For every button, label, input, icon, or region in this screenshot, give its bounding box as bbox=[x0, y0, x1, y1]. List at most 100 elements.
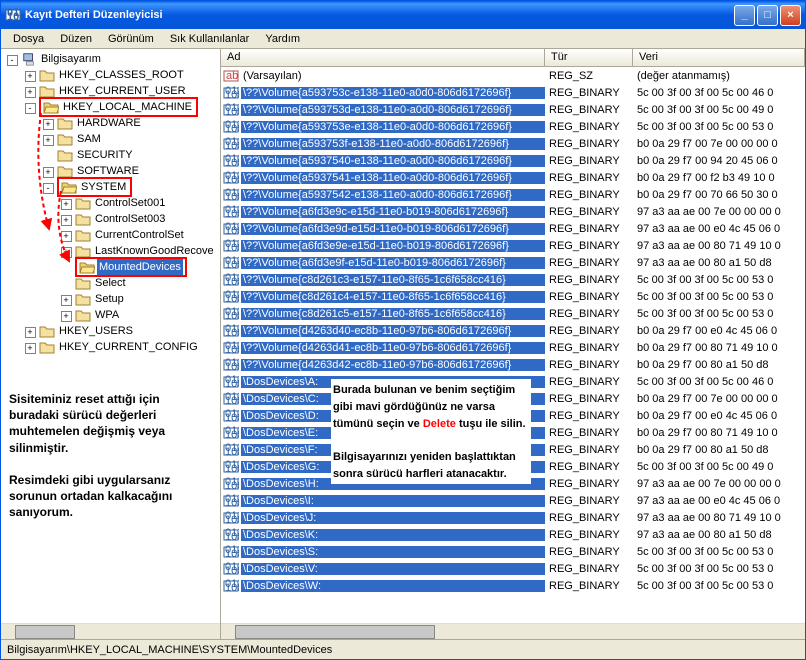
tree-node[interactable]: Select bbox=[3, 275, 220, 291]
close-button[interactable]: × bbox=[780, 5, 801, 26]
minimize-button[interactable]: _ bbox=[734, 5, 755, 26]
expand-toggle[interactable]: - bbox=[43, 183, 54, 194]
tree-node[interactable]: - SYSTEM bbox=[3, 179, 220, 195]
tree-node[interactable]: + CurrentControlSet bbox=[3, 227, 220, 243]
tree-label[interactable]: HKEY_USERS bbox=[57, 323, 135, 339]
tree-node[interactable]: + SAM bbox=[3, 131, 220, 147]
expand-toggle[interactable]: + bbox=[25, 327, 36, 338]
expand-toggle[interactable]: - bbox=[7, 55, 18, 66]
menu-edit[interactable]: Düzen bbox=[52, 31, 100, 47]
list-row[interactable]: \??\Volume{a593753d-e138-11e0-a0d0-806d6… bbox=[221, 101, 805, 118]
tree-node[interactable]: + WPA bbox=[3, 307, 220, 323]
expand-toggle[interactable]: + bbox=[25, 87, 36, 98]
list-row[interactable]: \??\Volume{a593753c-e138-11e0-a0d0-806d6… bbox=[221, 84, 805, 101]
tree-node[interactable]: + HARDWARE bbox=[3, 115, 220, 131]
list-row[interactable]: \??\Volume{a593753e-e138-11e0-a0d0-806d6… bbox=[221, 118, 805, 135]
value-data: b0 0a 29 f7 00 70 66 50 30 0 bbox=[633, 189, 805, 201]
tree-node[interactable]: + ControlSet001 bbox=[3, 195, 220, 211]
expand-toggle[interactable]: - bbox=[25, 103, 36, 114]
tree-node[interactable]: + Setup bbox=[3, 291, 220, 307]
list-row[interactable]: \??\Volume{d4263d42-ec8b-11e0-97b6-806d6… bbox=[221, 356, 805, 373]
expand-toggle[interactable]: + bbox=[25, 71, 36, 82]
expand-toggle[interactable]: + bbox=[25, 343, 36, 354]
list-row[interactable]: \??\Volume{a593753f-e138-11e0-a0d0-806d6… bbox=[221, 135, 805, 152]
expand-toggle[interactable]: + bbox=[43, 135, 54, 146]
list-scrollbar-h[interactable] bbox=[221, 623, 805, 639]
regedit-window: Kayıt Defteri Düzenleyicisi _ □ × Dosya … bbox=[0, 0, 806, 660]
tree-node[interactable]: - Bilgisayarım bbox=[3, 51, 220, 67]
tree-node[interactable]: + HKEY_CURRENT_CONFIG bbox=[3, 339, 220, 355]
list-row[interactable]: \DosDevices\W:REG_BINARY5c 00 3f 00 3f 0… bbox=[221, 577, 805, 594]
tree-label[interactable]: Setup bbox=[93, 291, 126, 307]
list-row[interactable]: \??\Volume{a5937542-e138-11e0-a0d0-806d6… bbox=[221, 186, 805, 203]
list-row[interactable]: \??\Volume{a5937540-e138-11e0-a0d0-806d6… bbox=[221, 152, 805, 169]
value-name: \??\Volume{d4263d40-ec8b-11e0-97b6-806d6… bbox=[241, 325, 545, 337]
list-row[interactable]: \??\Volume{c8d261c4-e157-11e0-8f65-1c6f6… bbox=[221, 288, 805, 305]
list-row[interactable]: \??\Volume{a6fd3e9c-e15d-11e0-b019-806d6… bbox=[221, 203, 805, 220]
list-row[interactable]: \DosDevices\K:REG_BINARY97 a3 aa ae 00 8… bbox=[221, 526, 805, 543]
list-row[interactable]: \DosDevices\J:REG_BINARY97 a3 aa ae 00 8… bbox=[221, 509, 805, 526]
tree-label[interactable]: MountedDevices bbox=[97, 259, 183, 275]
tree-label[interactable]: ControlSet001 bbox=[93, 195, 167, 211]
list-row[interactable]: \??\Volume{c8d261c3-e157-11e0-8f65-1c6f6… bbox=[221, 271, 805, 288]
tree-label[interactable]: HKEY_LOCAL_MACHINE bbox=[61, 99, 194, 115]
binary-icon bbox=[223, 323, 239, 339]
tree-node[interactable]: + ControlSet003 bbox=[3, 211, 220, 227]
menu-view[interactable]: Görünüm bbox=[100, 31, 162, 47]
list-row[interactable]: \??\Volume{d4263d40-ec8b-11e0-97b6-806d6… bbox=[221, 322, 805, 339]
list-row[interactable]: \DosDevices\S:REG_BINARY5c 00 3f 00 3f 0… bbox=[221, 543, 805, 560]
col-name[interactable]: Ad bbox=[221, 49, 545, 66]
expand-toggle[interactable]: + bbox=[61, 247, 72, 258]
list-row[interactable]: \??\Volume{a6fd3e9e-e15d-11e0-b019-806d6… bbox=[221, 237, 805, 254]
tree-label[interactable]: CurrentControlSet bbox=[93, 227, 186, 243]
titlebar[interactable]: Kayıt Defteri Düzenleyicisi _ □ × bbox=[1, 1, 805, 29]
list-row[interactable]: \??\Volume{d4263d41-ec8b-11e0-97b6-806d6… bbox=[221, 339, 805, 356]
tree-node[interactable]: + HKEY_CLASSES_ROOT bbox=[3, 67, 220, 83]
list-body[interactable]: (Varsayılan)REG_SZ(değer atanmamış)\??\V… bbox=[221, 67, 805, 623]
tree-label[interactable]: SECURITY bbox=[75, 147, 135, 163]
tree-pane[interactable]: -Bilgisayarım+HKEY_CLASSES_ROOT+HKEY_CUR… bbox=[1, 49, 221, 639]
list-row[interactable]: \??\Volume{a6fd3e9d-e15d-11e0-b019-806d6… bbox=[221, 220, 805, 237]
tree-label[interactable]: WPA bbox=[93, 307, 121, 323]
col-type[interactable]: Tür bbox=[545, 49, 633, 66]
list-row[interactable]: \DosDevices\V:REG_BINARY5c 00 3f 00 3f 0… bbox=[221, 560, 805, 577]
menu-help[interactable]: Yardım bbox=[257, 31, 308, 47]
value-data: 97 a3 aa ae 00 80 a1 50 d8 bbox=[633, 257, 805, 269]
tree-label[interactable]: SYSTEM bbox=[79, 179, 128, 195]
expand-toggle[interactable]: + bbox=[43, 167, 54, 178]
list-row[interactable]: \??\Volume{a6fd3e9f-e15d-11e0-b019-806d6… bbox=[221, 254, 805, 271]
expand-toggle[interactable]: + bbox=[61, 295, 72, 306]
menu-file[interactable]: Dosya bbox=[5, 31, 52, 47]
tree-label[interactable]: Bilgisayarım bbox=[39, 51, 103, 67]
tree-label[interactable]: Select bbox=[93, 275, 128, 291]
value-data: b0 0a 29 f7 00 7e 00 00 00 0 bbox=[633, 138, 805, 150]
tree-node[interactable]: SECURITY bbox=[3, 147, 220, 163]
tree-label[interactable]: HKEY_CLASSES_ROOT bbox=[57, 67, 186, 83]
expand-toggle[interactable]: + bbox=[61, 199, 72, 210]
status-path: Bilgisayarım\HKEY_LOCAL_MACHINE\SYSTEM\M… bbox=[7, 644, 332, 656]
value-type: REG_BINARY bbox=[545, 206, 633, 218]
expand-toggle[interactable]: + bbox=[61, 215, 72, 226]
list-row[interactable]: (Varsayılan)REG_SZ(değer atanmamış) bbox=[221, 67, 805, 84]
tree-label[interactable]: HKEY_CURRENT_CONFIG bbox=[57, 339, 200, 355]
tree-scrollbar-h[interactable] bbox=[1, 623, 220, 639]
expand-toggle[interactable]: + bbox=[61, 231, 72, 242]
list-row[interactable]: \??\Volume{c8d261c5-e157-11e0-8f65-1c6f6… bbox=[221, 305, 805, 322]
value-name: \??\Volume{a6fd3e9d-e15d-11e0-b019-806d6… bbox=[241, 223, 545, 235]
value-type: REG_BINARY bbox=[545, 427, 633, 439]
tree-node[interactable]: + HKEY_USERS bbox=[3, 323, 220, 339]
value-type: REG_BINARY bbox=[545, 495, 633, 507]
value-name: \DosDevices\I: bbox=[241, 495, 545, 507]
list-row[interactable]: \??\Volume{a5937541-e138-11e0-a0d0-806d6… bbox=[221, 169, 805, 186]
list-row[interactable]: \DosDevices\I:REG_BINARY97 a3 aa ae 00 e… bbox=[221, 492, 805, 509]
expand-toggle[interactable]: + bbox=[61, 311, 72, 322]
menu-favorites[interactable]: Sık Kullanılanlar bbox=[162, 31, 258, 47]
col-data[interactable]: Veri bbox=[633, 49, 805, 66]
tree-label[interactable]: ControlSet003 bbox=[93, 211, 167, 227]
expand-toggle[interactable]: + bbox=[43, 119, 54, 130]
tree-node[interactable]: - HKEY_LOCAL_MACHINE bbox=[3, 99, 220, 115]
maximize-button[interactable]: □ bbox=[757, 5, 778, 26]
tree-label[interactable]: SAM bbox=[75, 131, 103, 147]
tree-label[interactable]: HARDWARE bbox=[75, 115, 143, 131]
tree-node[interactable]: MountedDevices bbox=[3, 259, 220, 275]
